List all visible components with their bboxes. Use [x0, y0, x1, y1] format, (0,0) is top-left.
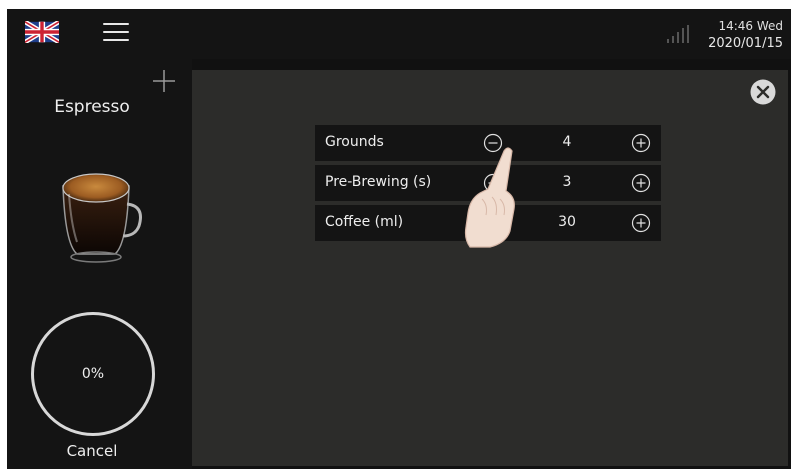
param-value: 4 — [562, 134, 572, 150]
close-circle-icon[interactable] — [750, 79, 776, 105]
brew-progress-ring: 0% — [31, 312, 155, 436]
top-bar: 14:46 Wed 2020/01/15 — [7, 9, 791, 59]
machine-screen: 14:46 Wed 2020/01/15 Espresso 0% Cancel … — [7, 9, 791, 469]
hamburger-menu-icon[interactable] — [103, 22, 129, 42]
uk-flag-icon[interactable] — [25, 21, 59, 43]
param-label: Pre-Brewing (s) — [325, 174, 432, 190]
plus-circle-icon[interactable] — [631, 133, 651, 153]
settings-panel: Grounds 4 Pre-Brewing (s) 3 Coffee (ml) … — [192, 70, 788, 466]
clock: 14:46 Wed 2020/01/15 — [708, 17, 783, 53]
plus-circle-icon[interactable] — [631, 173, 651, 193]
minus-icon[interactable] — [483, 173, 503, 193]
minus-icon[interactable] — [483, 213, 503, 233]
cancel-button[interactable]: Cancel — [7, 442, 177, 460]
minus-icon[interactable] — [483, 133, 503, 153]
param-row-pre-brewing: Pre-Brewing (s) 3 — [315, 165, 661, 201]
espresso-cup-image — [62, 173, 142, 263]
param-row-coffee: Coffee (ml) 30 — [315, 205, 661, 241]
param-value: 3 — [562, 174, 572, 190]
plus-circle-icon[interactable] — [631, 213, 651, 233]
signal-strength-icon — [667, 25, 689, 43]
brew-parameter-table: Grounds 4 Pre-Brewing (s) 3 Coffee (ml) … — [315, 125, 661, 245]
drink-panel: Espresso 0% Cancel — [7, 59, 192, 469]
drink-name: Espresso — [54, 97, 130, 117]
clock-date: 2020/01/15 — [708, 36, 783, 51]
plus-icon[interactable] — [152, 69, 176, 93]
clock-time: 14:46 Wed — [718, 19, 783, 33]
param-value: 30 — [558, 214, 576, 230]
param-label: Coffee (ml) — [325, 214, 404, 230]
param-label: Grounds — [325, 134, 384, 150]
param-row-grounds: Grounds 4 — [315, 125, 661, 161]
progress-value: 0% — [81, 366, 105, 382]
